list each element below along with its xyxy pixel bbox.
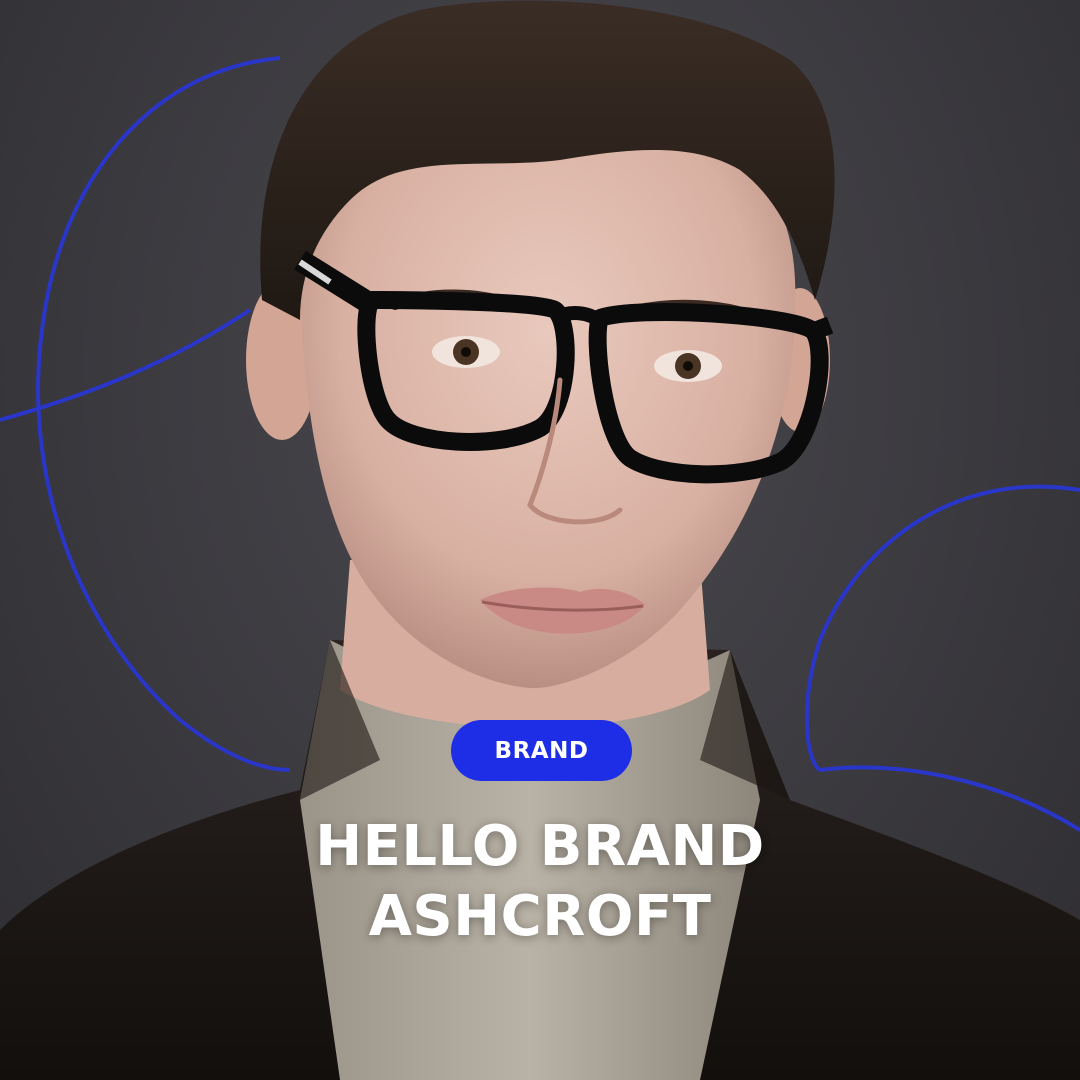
headline-line-1: HELLO BRAND <box>315 814 765 879</box>
headline-line-2: ASHCROFT <box>368 884 712 949</box>
headline: HELLO BRAND ASHCROFT <box>0 812 1080 952</box>
promo-card: BRAND HELLO BRAND ASHCROFT <box>0 0 1080 1080</box>
brand-badge: BRAND <box>451 720 632 781</box>
